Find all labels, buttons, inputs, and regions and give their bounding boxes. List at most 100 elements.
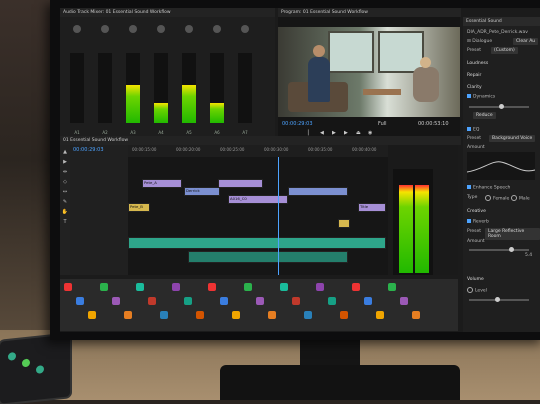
dock-app-icon[interactable] (220, 297, 228, 305)
mixer-channel[interactable]: A3 (122, 25, 144, 135)
mixer-header[interactable]: Audio Track Mixer: 01 Essential Sound Wo… (60, 8, 275, 17)
mixer-channel[interactable]: A1 (66, 25, 88, 135)
slider-thumb[interactable] (495, 297, 500, 302)
dialogue-tag[interactable]: ⊟ Dialogue (467, 39, 492, 44)
essential-sound-header[interactable]: Essential Sound (463, 17, 540, 26)
program-timecode[interactable]: 00:00:29:03 (282, 121, 313, 127)
slider-thumb[interactable] (499, 104, 504, 109)
dock-app-icon[interactable] (304, 311, 312, 319)
mixer-channel[interactable]: A5 (178, 25, 200, 135)
reverb-preset-select[interactable]: Large Reflective Room (485, 228, 540, 240)
slider-thumb[interactable] (509, 247, 514, 252)
female-radio[interactable]: Female (485, 195, 509, 202)
repair-section[interactable]: Repair (467, 73, 481, 78)
level-checkbox[interactable]: Level (467, 287, 487, 294)
clarity-section[interactable]: Clarity (467, 85, 482, 90)
mixer-channel[interactable]: A6 (206, 25, 228, 135)
reverb-amount-slider[interactable] (469, 247, 529, 252)
eq-checkbox[interactable]: EQ (467, 127, 479, 133)
dock-app-icon[interactable] (376, 311, 384, 319)
creative-section[interactable]: Creative (467, 209, 486, 214)
eq-curve[interactable] (467, 152, 535, 180)
dock-app-icon[interactable] (340, 311, 348, 319)
timeline-clip[interactable] (218, 179, 263, 188)
dock-app-icon[interactable] (208, 283, 216, 291)
timeline-clip[interactable]: Pete_B (128, 203, 150, 212)
dock-app-icon[interactable] (184, 297, 192, 305)
dynamics-slider[interactable] (469, 104, 529, 109)
timeline-header[interactable]: 01 Essential Sound Workflow (60, 136, 461, 145)
reverb-checkbox[interactable]: Reverb (467, 219, 489, 225)
dock-app-icon[interactable] (232, 311, 240, 319)
reduce-button[interactable]: Reduce (473, 112, 496, 119)
dock-app-icon[interactable] (292, 297, 300, 305)
timeline-clip[interactable]: Title (358, 203, 386, 212)
dock-app-icon[interactable] (256, 297, 264, 305)
timeline-clip[interactable] (288, 187, 348, 196)
timeline-clip[interactable]: A016_C0 (228, 195, 288, 204)
timeline-clip[interactable] (338, 219, 350, 228)
pan-knob[interactable] (185, 25, 193, 33)
level-slider[interactable] (469, 297, 529, 302)
dock-app-icon[interactable] (172, 283, 180, 291)
track-area[interactable]: Pete_A Derrick A016_C0 Pete_B Title (128, 157, 388, 275)
dock-app-icon[interactable] (196, 311, 204, 319)
timeline-clip[interactable]: Pete_A (142, 179, 182, 188)
male-radio[interactable]: Male (511, 195, 530, 202)
dock-app-icon[interactable] (88, 311, 96, 319)
enhance-speech-checkbox[interactable]: Enhance Speech (467, 185, 510, 191)
razor-tool-icon[interactable]: ◇ (60, 179, 70, 185)
pan-knob[interactable] (213, 25, 221, 33)
mixer-channel[interactable]: A4 (150, 25, 172, 135)
hand-tool-icon[interactable]: ✋ (60, 209, 70, 215)
pan-knob[interactable] (157, 25, 165, 33)
ripple-edit-icon[interactable]: ⇹ (60, 169, 70, 175)
audio-clip[interactable] (128, 237, 386, 249)
loudness-section[interactable]: Loudness (467, 61, 488, 66)
zoom-select[interactable]: Full (378, 121, 387, 127)
dynamics-checkbox[interactable]: Dynamics (467, 94, 495, 100)
dock-app-icon[interactable] (280, 283, 288, 291)
dock-app-icon[interactable] (412, 311, 420, 319)
pen-tool-icon[interactable]: ✎ (60, 199, 70, 205)
channel-label: A4 (158, 130, 164, 135)
selection-tool-icon[interactable]: ▲ (60, 149, 70, 155)
track-select-icon[interactable]: ▶ (60, 159, 70, 165)
dock-app-icon[interactable] (112, 297, 120, 305)
mixer-channel[interactable]: A2 (94, 25, 116, 135)
dock-app-icon[interactable] (388, 283, 396, 291)
dock-app-icon[interactable] (100, 283, 108, 291)
reverb-preset-label: Preset (467, 229, 482, 234)
pan-knob[interactable] (73, 25, 81, 33)
dock-app-icon[interactable] (76, 297, 84, 305)
dock-app-icon[interactable] (268, 311, 276, 319)
pan-knob[interactable] (101, 25, 109, 33)
eq-preset-select[interactable]: Background Voice (489, 135, 536, 142)
pan-knob[interactable] (241, 25, 249, 33)
timeline-clip[interactable]: Derrick (184, 187, 220, 196)
dock-app-icon[interactable] (328, 297, 336, 305)
dock-app-icon[interactable] (64, 283, 72, 291)
preset-select[interactable]: (Custom) (491, 47, 518, 54)
dock-app-icon[interactable] (364, 297, 372, 305)
program-header[interactable]: Program: 01 Essential Sound Workflow (278, 8, 461, 17)
slip-tool-icon[interactable]: ↔ (60, 189, 70, 195)
timeline-panel: ▲ ▶ ⇹ ◇ ↔ ✎ ✋ T 00:00:29:03 00:00:15:00 … (60, 145, 458, 275)
type-tool-icon[interactable]: T (60, 219, 70, 225)
dock-app-icon[interactable] (160, 311, 168, 319)
pan-knob[interactable] (129, 25, 137, 33)
dock-app-icon[interactable] (352, 283, 360, 291)
playhead[interactable] (278, 157, 279, 275)
dock-app-icon[interactable] (244, 283, 252, 291)
timeline-timecode[interactable]: 00:00:29:03 (73, 147, 104, 153)
mixer-channel[interactable]: A7 (234, 25, 256, 135)
dock-app-icon[interactable] (124, 311, 132, 319)
volume-section[interactable]: Volume (467, 277, 484, 282)
dock-app-icon[interactable] (136, 283, 144, 291)
dock-app-icon[interactable] (148, 297, 156, 305)
dock-app-icon[interactable] (316, 283, 324, 291)
time-ruler[interactable]: 00:00:15:00 00:00:20:00 00:00:25:00 00:0… (128, 145, 388, 157)
audio-clip[interactable] (188, 251, 348, 263)
clear-audio-type-button[interactable]: Clear Au (513, 38, 539, 45)
dock-app-icon[interactable] (400, 297, 408, 305)
